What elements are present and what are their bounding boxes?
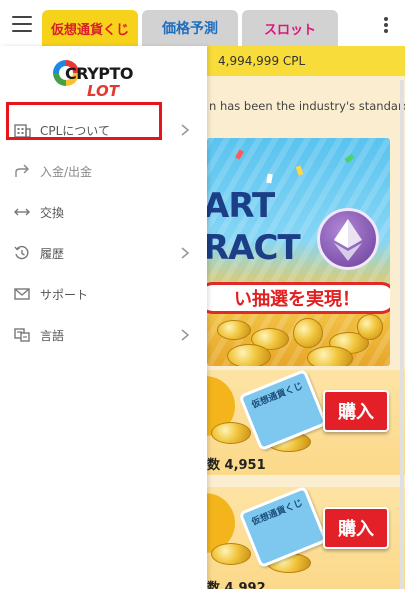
banner-title-line2: RACT xyxy=(207,228,301,268)
coin-icon xyxy=(307,346,353,366)
swap-arrows-icon xyxy=(14,208,30,216)
share-arrow-icon xyxy=(15,164,29,177)
lottery-card: 仮想通貨くじ 購入 数 4,992 xyxy=(207,487,405,589)
buy-button[interactable]: 購入 xyxy=(323,390,389,432)
menu-label: 言語 xyxy=(40,329,65,343)
lottery-card: 仮想通貨くじ 購入 数 4,951 xyxy=(207,370,405,475)
banner-tagline: い抽選を実現！ xyxy=(207,282,390,314)
promo-banner[interactable]: ART RACT い抽選を実現！ xyxy=(207,138,390,366)
menu-label: 交換 xyxy=(40,206,65,220)
menu-item-support[interactable]: サポート xyxy=(0,274,207,315)
chevron-right-icon xyxy=(181,329,190,341)
coin-icon xyxy=(227,344,271,366)
chevron-right-icon xyxy=(181,247,190,259)
description-text: n has been the industry's standard xyxy=(209,99,405,113)
menu-item-language[interactable]: 言語 xyxy=(0,315,207,356)
entry-count: 数 4,992 xyxy=(207,581,266,589)
hamburger-menu-icon[interactable] xyxy=(12,16,32,32)
logo-word-crypto: CRYPTO xyxy=(65,64,134,83)
buy-button[interactable]: 購入 xyxy=(323,507,389,549)
top-bar: 仮想通貨くじ 価格予測 スロット xyxy=(0,0,405,46)
coin-icon xyxy=(357,314,383,340)
tab-slot[interactable]: スロット xyxy=(242,10,338,46)
menu-label: 入金/出金 xyxy=(40,165,93,179)
tab-price-forecast[interactable]: 価格予測 xyxy=(142,10,238,46)
scrollbar[interactable] xyxy=(400,80,404,589)
coin-icon xyxy=(211,543,251,565)
crypto-lot-logo[interactable]: CRYPTO LOT xyxy=(51,56,137,106)
balance-value: 4,994,999 CPL xyxy=(218,54,306,68)
banner-title-line1: ART xyxy=(207,186,275,226)
menu-item-history[interactable]: 履歴 xyxy=(0,233,207,274)
building-icon xyxy=(14,124,31,138)
entry-count: 数 4,951 xyxy=(207,458,266,473)
menu-item-about-cpl[interactable]: CPLについて xyxy=(0,110,207,151)
more-options-icon[interactable] xyxy=(383,17,389,33)
lottery-ticket-icon: 仮想通貨くじ xyxy=(238,370,328,452)
tab-crypto-lottery[interactable]: 仮想通貨くじ xyxy=(42,10,138,46)
menu-label: CPLについて xyxy=(40,124,110,138)
balance-bar: 4,994,999 CPL xyxy=(207,46,405,76)
ethereum-icon xyxy=(317,208,379,270)
coin-icon xyxy=(211,422,251,444)
lottery-ticket-icon: 仮想通貨くじ xyxy=(238,487,328,569)
menu-item-deposit-withdraw[interactable]: 入金/出金 xyxy=(0,151,207,192)
drawer-menu: CPLについて 入金/出金 交換 履歴 サポート 言語 xyxy=(0,110,207,356)
history-icon xyxy=(14,245,29,260)
bitcoin-icon xyxy=(293,318,323,348)
menu-label: 履歴 xyxy=(40,247,65,261)
menu-item-exchange[interactable]: 交換 xyxy=(0,192,207,233)
mail-icon xyxy=(14,288,30,300)
translate-icon xyxy=(14,328,30,342)
ticket-text: 仮想通貨くじ xyxy=(250,498,305,528)
chevron-right-icon xyxy=(181,124,190,136)
logo-word-lot: LOT xyxy=(87,82,120,100)
ticket-text: 仮想通貨くじ xyxy=(250,381,305,411)
coin-icon xyxy=(217,320,251,340)
menu-label: サポート xyxy=(40,288,89,302)
side-drawer: CRYPTO LOT CPLについて 入金/出金 交換 履歴 サポート 言語 xyxy=(0,46,207,589)
